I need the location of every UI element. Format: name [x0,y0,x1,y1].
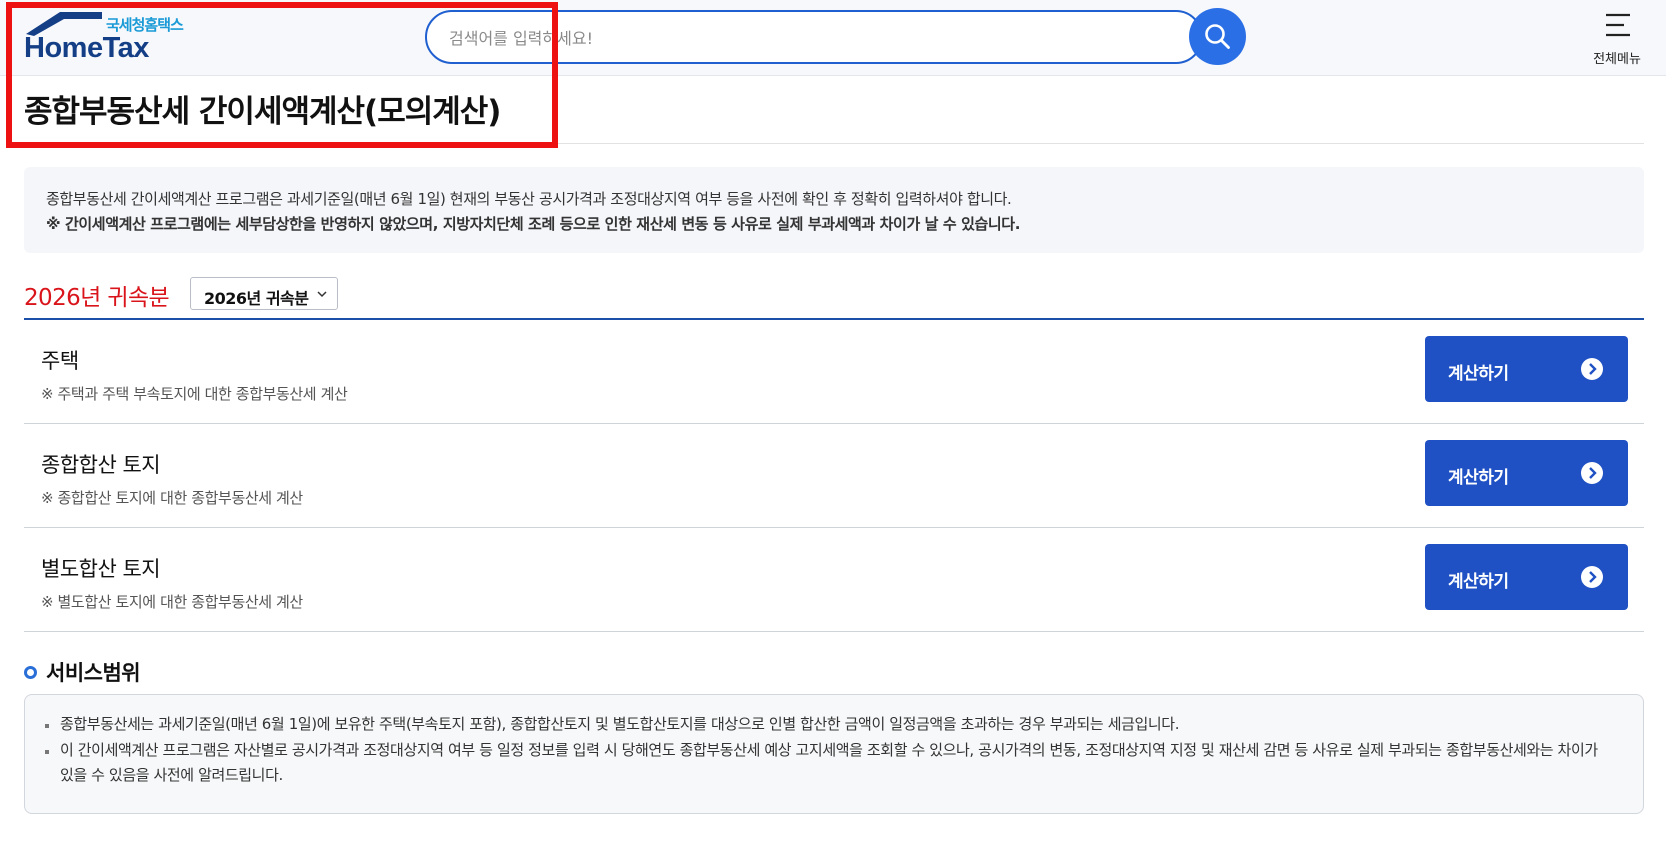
list-bullet-icon [45,750,49,754]
notice-box: 종합부동산세 간이세액계산 프로그램은 과세기준일(매년 6월 1일) 현재의 … [24,167,1644,253]
hometax-logo[interactable]: 국세청홈택스 HomeTax [22,10,202,66]
chevron-down-icon [317,291,327,298]
calculate-button-label: 계산하기 [1448,572,1509,592]
calculate-housing-button[interactable]: 계산하기 [1425,336,1628,402]
search-bar [425,10,1203,64]
row-description: ※ 종합합산 토지에 대한 종합부동산세 계산 [41,489,303,507]
service-item-1: 종합부동산세는 과세기준일(매년 6월 1일)에 보유한 주택(부속토지 포함)… [60,715,1180,733]
year-select-value: 2026년 귀속분 [204,289,309,308]
row-description: ※ 별도합산 토지에 대한 종합부동산세 계산 [41,593,303,611]
year-label: 2026년 귀속분 [24,285,170,311]
search-icon [1205,24,1230,49]
all-menu-label: 전체메뉴 [1593,52,1641,67]
search-input[interactable] [449,26,1129,50]
row-title: 주택 [41,349,79,373]
row-title: 별도합산 토지 [41,557,161,581]
calc-row-separate-land: 별도합산 토지 ※ 별도합산 토지에 대한 종합부동산세 계산 계산하기 [24,528,1644,632]
service-scope-title: 서비스범위 [46,661,141,685]
chevron-right-circle-icon [1581,462,1603,484]
year-select[interactable]: 2026년 귀속분 [190,277,338,310]
notice-line-2: ※ 간이세액계산 프로그램에는 세부담상한을 반영하지 않았으며, 지방자치단체… [46,215,1021,233]
title-divider [24,143,1644,144]
calculate-button-label: 계산하기 [1448,468,1509,488]
calculate-button-label: 계산하기 [1448,364,1509,384]
calculate-aggregate-land-button[interactable]: 계산하기 [1425,440,1628,506]
search-button[interactable] [1189,8,1246,65]
row-title: 종합합산 토지 [41,453,161,477]
calc-row-aggregate-land: 종합합산 토지 ※ 종합합산 토지에 대한 종합부동산세 계산 계산하기 [24,424,1644,528]
page-title: 종합부동산세 간이세액계산(모의계산) [24,94,501,130]
top-header: 국세청홈택스 HomeTax 전체메뉴 [0,0,1666,76]
service-scope-box: 종합부동산세는 과세기준일(매년 6월 1일)에 보유한 주택(부속토지 포함)… [24,694,1644,814]
row-description: ※ 주택과 주택 부속토지에 대한 종합부동산세 계산 [41,385,348,403]
all-menu-button[interactable]: 전체메뉴 [1582,8,1652,68]
logo-english-text: HomeTax [24,32,149,64]
chevron-right-circle-icon [1581,358,1603,380]
calc-row-housing: 주택 ※ 주택과 주택 부속토지에 대한 종합부동산세 계산 계산하기 [24,320,1644,424]
notice-line-1: 종합부동산세 간이세액계산 프로그램은 과세기준일(매년 6월 1일) 현재의 … [46,190,1012,208]
chevron-right-circle-icon [1581,566,1603,588]
service-item-2: 이 간이세액계산 프로그램은 자산별로 공시가격과 조정대상지역 여부 등 일정… [60,741,1598,784]
list-bullet-icon [45,724,49,728]
calculate-separate-land-button[interactable]: 계산하기 [1425,544,1628,610]
hamburger-menu-icon [1606,13,1630,37]
ring-bullet-icon [24,666,37,679]
